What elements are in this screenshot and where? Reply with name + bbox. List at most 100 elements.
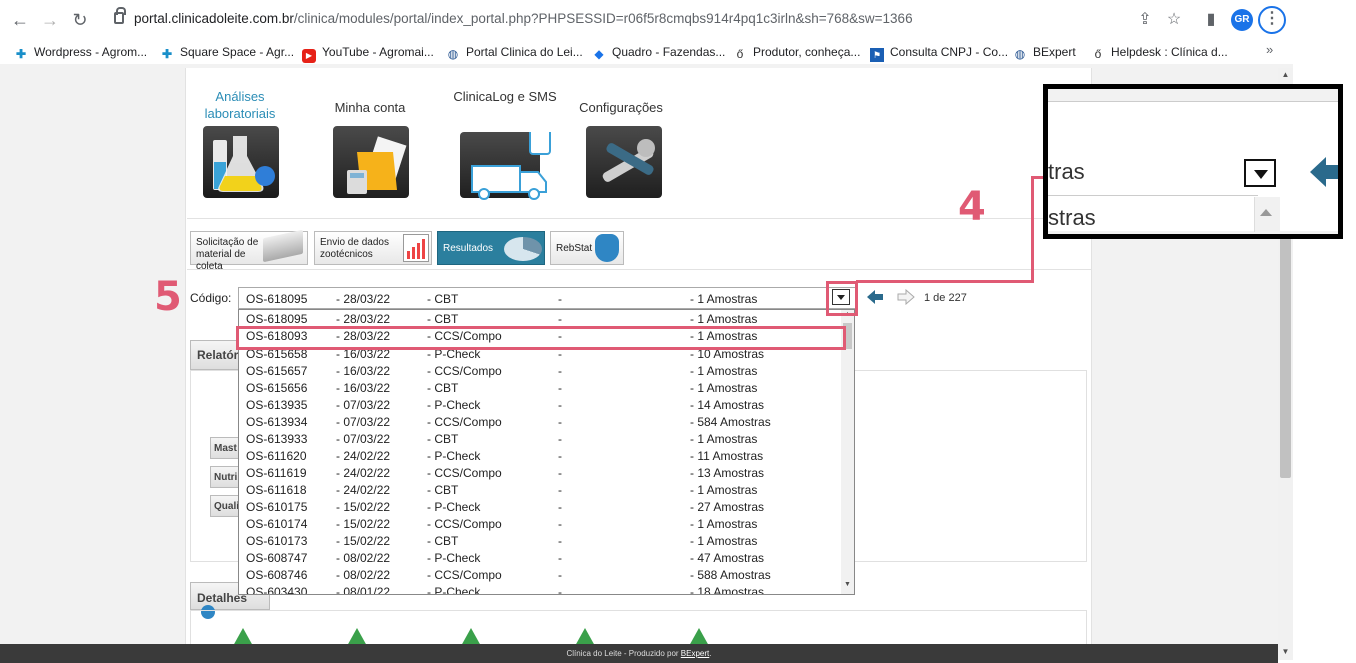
os-code: OS-613935 <box>246 398 308 412</box>
menu-configuracoes[interactable]: Configurações <box>566 88 676 208</box>
back-arrow-icon[interactable]: ← <box>8 8 32 32</box>
reload-icon[interactable]: ↻ <box>68 8 92 32</box>
zoom-text: stras <box>1048 205 1096 230</box>
plus-icon: ✚ <box>15 47 27 61</box>
dropdown-option[interactable]: OS-603430 - 08/01/22 - P-Check - - 18 Amostr… <box>239 583 841 594</box>
bookmark-bexpert[interactable]: ◍ BExpert <box>1013 43 1076 61</box>
dropdown-option[interactable]: OS-608747 - 08/02/22 - P-Check - - 47 Amostr… <box>239 549 841 566</box>
bookmark-youtube[interactable]: ▶ YouTube - Agromai... <box>302 43 434 63</box>
tab-envio[interactable]: Envio de dados zootécnicos <box>314 231 432 265</box>
menu-label: Análises laboratoriais <box>204 89 276 121</box>
browser-menu-icon[interactable]: ⋮ <box>1258 6 1286 34</box>
menu-clinicalog[interactable]: ClinicaLog e SMS <box>450 88 560 208</box>
report-label: Quali <box>214 501 240 512</box>
share-icon[interactable]: ⇪ <box>1134 9 1156 31</box>
os-dash: - <box>558 517 562 531</box>
dropdown-option[interactable]: OS-618095 - 28/03/22 - CBT - - 1 Amostras <box>239 310 841 327</box>
flag-icon: ⚑ <box>870 48 884 62</box>
bookmark-label: Portal Clinica do Lei... <box>466 45 583 59</box>
dropdown-option[interactable]: OS-611619 - 24/02/22 - CCS/Compo - - 13 Amos… <box>239 464 841 481</box>
previous-arrow-icon[interactable] <box>866 289 884 305</box>
report-button-mastite[interactable]: Mast <box>210 437 240 459</box>
side-panel-icon[interactable]: ▮ <box>1200 9 1222 31</box>
menu-analises[interactable]: Análises laboratoriais <box>185 88 295 208</box>
dropdown-option[interactable]: OS-613933 - 07/03/22 - CBT - - 1 Amostras <box>239 430 841 447</box>
dropdown-option[interactable]: OS-613934 - 07/03/22 - CCS/Compo - - 584 Amo… <box>239 413 841 430</box>
dropdown-option[interactable]: OS-610174 - 15/02/22 - CCS/Compo - - 1 Amost… <box>239 515 841 532</box>
bookmark-quadro[interactable]: ◆ Quadro - Fazendas... <box>592 43 725 61</box>
tab-resultados[interactable]: Resultados <box>437 231 545 265</box>
next-arrow-icon[interactable] <box>897 289 915 305</box>
page-scroll-thumb[interactable] <box>1280 230 1291 478</box>
report-button-qualidade[interactable]: Quali <box>210 495 240 517</box>
scroll-down-icon[interactable]: ▼ <box>1280 647 1291 658</box>
step-number-5: 5 <box>154 274 182 320</box>
tab-label: RebStat <box>556 243 593 254</box>
tab-solicitacao[interactable]: Solicitação de material de coleta <box>190 229 308 272</box>
bookmarks-more[interactable]: » <box>1266 42 1273 57</box>
youtube-icon: ▶ <box>302 49 316 63</box>
tab-label: Solicitação de material de coleta <box>196 237 259 272</box>
codigo-dropdown-list[interactable]: OS-618095 - 28/03/22 - CBT - - 1 Amostras OS… <box>238 309 855 595</box>
previous-arrow-icon <box>1310 157 1338 187</box>
report-button-nutricao[interactable]: Nutri <box>210 466 240 488</box>
bar-chart-icon <box>403 234 429 262</box>
bookmark-wordpress[interactable]: ✚ Wordpress - Agrom... <box>14 43 147 61</box>
os-type: - CCS/Compo <box>427 466 502 480</box>
star-icon[interactable]: ☆ <box>1163 9 1185 31</box>
dropdown-option[interactable]: OS-611618 - 24/02/22 - CBT - - 1 Amostras <box>239 481 841 498</box>
os-type: - CCS/Compo <box>427 364 502 378</box>
bookmark-cnpj[interactable]: ⚑ Consulta CNPJ - Co... <box>870 43 1008 62</box>
os-dash: - <box>558 312 562 326</box>
footer-link-bexpert[interactable]: BExpert <box>681 649 709 658</box>
codigo-label: Código: <box>190 291 232 305</box>
bookmark-label: Quadro - Fazendas... <box>612 45 726 59</box>
os-type: - CBT <box>427 534 459 548</box>
os-type: - CBT <box>427 292 459 306</box>
os-dash: - <box>558 466 562 480</box>
scroll-up-icon[interactable]: ▲ <box>1280 70 1291 81</box>
lock-icon[interactable] <box>114 7 126 24</box>
os-samples: - 1 Amostras <box>690 364 758 378</box>
dropdown-option[interactable]: OS-615656 - 16/03/22 - CBT - - 1 Amostras <box>239 379 841 396</box>
os-date: - 15/02/22 <box>336 517 391 531</box>
os-code: OS-611618 <box>246 483 307 497</box>
scroll-down-icon[interactable]: ▼ <box>843 581 852 592</box>
url-text[interactable]: portal.clinicadoleite.com.br/clinica/mod… <box>134 11 913 26</box>
os-type: - CBT <box>427 432 459 446</box>
url-host: portal.clinicadoleite.com.br <box>134 11 294 26</box>
pie-chart-icon <box>504 237 542 261</box>
bookmark-portal[interactable]: ◍ Portal Clinica do Lei... <box>446 43 583 61</box>
os-type: - P-Check <box>427 500 481 514</box>
os-code: OS-618095 <box>246 312 308 326</box>
dropdown-scrollbar[interactable] <box>841 310 854 594</box>
dropdown-option[interactable]: OS-611620 - 24/02/22 - P-Check - - 11 Amostr… <box>239 447 841 464</box>
footer-end: . <box>709 649 712 658</box>
codigo-select[interactable]: OS-618095 - 28/03/22 - CBT - - 1 Amostra… <box>238 287 856 309</box>
os-code: OS-610175 <box>246 500 308 514</box>
tab-label: Relatóri <box>197 348 242 362</box>
globe-icon: ◍ <box>447 47 459 61</box>
forward-arrow-icon[interactable]: → <box>38 8 62 32</box>
bookmark-produtor[interactable]: ő Produtor, conheça... <box>733 43 861 61</box>
dropdown-option[interactable]: OS-610173 - 15/02/22 - CBT - - 1 Amostras <box>239 532 841 549</box>
bookmark-squarespace[interactable]: ✚ Square Space - Agr... <box>160 43 294 61</box>
os-dash: - <box>558 292 562 306</box>
folder-documents-icon <box>333 126 409 198</box>
dropdown-option[interactable]: OS-608746 - 08/02/22 - CCS/Compo - - 588 Amo… <box>239 566 841 583</box>
menu-minha-conta[interactable]: Minha conta <box>315 88 425 208</box>
profile-avatar[interactable]: GR <box>1231 9 1253 31</box>
step-number-4: 4 <box>958 184 986 230</box>
os-samples: - 1 Amostras <box>690 432 758 446</box>
os-samples: - 588 Amostras <box>690 568 771 582</box>
os-dash: - <box>558 551 562 565</box>
os-date: - 24/02/22 <box>336 466 391 480</box>
tab-rebstat[interactable]: RebStat <box>550 231 624 265</box>
dropdown-option[interactable]: OS-615657 - 16/03/22 - CCS/Compo - - 1 Amost… <box>239 362 841 379</box>
package-icon <box>263 229 303 263</box>
dropdown-option[interactable]: OS-613935 - 07/03/22 - P-Check - - 14 Amostr… <box>239 396 841 413</box>
bookmark-helpdesk[interactable]: ő Helpdesk : Clínica d... <box>1091 43 1228 61</box>
os-type: - CBT <box>427 381 459 395</box>
dropdown-option[interactable]: OS-610175 - 15/02/22 - P-Check - - 27 Amostr… <box>239 498 841 515</box>
os-dash: - <box>558 500 562 514</box>
